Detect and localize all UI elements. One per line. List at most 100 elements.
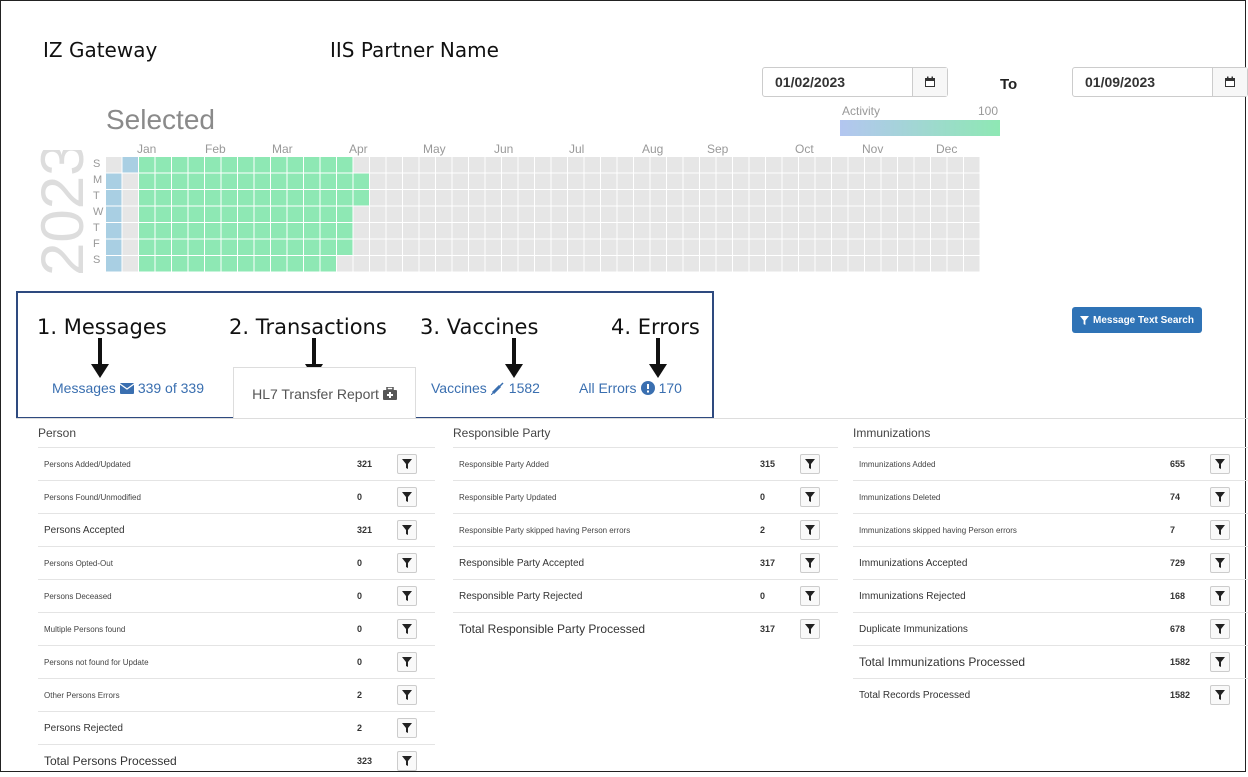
heatmap-day-cell[interactable] — [452, 173, 469, 190]
heatmap-day-cell[interactable] — [865, 223, 881, 239]
heatmap-day-cell[interactable] — [733, 206, 749, 223]
heatmap-day-cell[interactable] — [634, 190, 650, 206]
heatmap-day-cell[interactable] — [271, 190, 287, 206]
heatmap-day-cell[interactable] — [749, 173, 766, 190]
heatmap-day-cell[interactable] — [518, 256, 535, 272]
heatmap-day-cell[interactable] — [485, 206, 502, 223]
heatmap-day-cell[interactable] — [766, 157, 782, 173]
heatmap-day-cell[interactable] — [238, 173, 254, 190]
heatmap-day-cell[interactable] — [700, 223, 716, 239]
heatmap-day-cell[interactable] — [667, 256, 683, 272]
heatmap-day-cell[interactable] — [320, 206, 337, 223]
heatmap-day-cell[interactable] — [832, 190, 848, 206]
calendar-icon[interactable] — [1212, 68, 1247, 96]
heatmap-day-cell[interactable] — [221, 239, 238, 256]
heatmap-day-cell[interactable] — [353, 223, 370, 239]
heatmap-day-cell[interactable] — [733, 157, 749, 173]
heatmap-day-cell[interactable] — [452, 206, 469, 223]
heatmap-day-cell[interactable] — [287, 190, 304, 206]
heatmap-day-cell[interactable] — [353, 190, 370, 206]
heatmap-day-cell[interactable] — [931, 223, 947, 239]
heatmap-day-cell[interactable] — [320, 256, 337, 272]
heatmap-day-cell[interactable] — [584, 206, 601, 223]
heatmap-day-cell[interactable] — [634, 206, 650, 223]
heatmap-day-cell[interactable] — [749, 157, 766, 173]
filter-button[interactable] — [1210, 619, 1230, 639]
heatmap-day-cell[interactable] — [716, 206, 733, 223]
heatmap-day-cell[interactable] — [914, 223, 931, 239]
heatmap-day-cell[interactable] — [617, 157, 634, 173]
heatmap-day-cell[interactable] — [304, 256, 320, 272]
filter-button[interactable] — [1210, 553, 1230, 573]
heatmap-day-cell[interactable] — [485, 190, 502, 206]
heatmap-day-cell[interactable] — [469, 206, 485, 223]
heatmap-day-cell[interactable] — [782, 223, 799, 239]
heatmap-day-cell[interactable] — [188, 173, 205, 190]
heatmap-day-cell[interactable] — [782, 190, 799, 206]
heatmap-day-cell[interactable] — [139, 173, 155, 190]
heatmap-day-cell[interactable] — [634, 157, 650, 173]
heatmap-day-cell[interactable] — [733, 223, 749, 239]
heatmap-day-cell[interactable] — [799, 173, 815, 190]
heatmap-day-cell[interactable] — [848, 190, 865, 206]
heatmap-day-cell[interactable] — [122, 223, 139, 239]
heatmap-day-cell[interactable] — [766, 223, 782, 239]
filter-button[interactable] — [1210, 454, 1230, 474]
heatmap-day-cell[interactable] — [172, 206, 188, 223]
heatmap-day-cell[interactable] — [733, 173, 749, 190]
heatmap-day-cell[interactable] — [271, 157, 287, 173]
heatmap-day-cell[interactable] — [139, 223, 155, 239]
heatmap-day-cell[interactable] — [172, 239, 188, 256]
heatmap-day-cell[interactable] — [766, 173, 782, 190]
heatmap-day-cell[interactable] — [370, 223, 386, 239]
heatmap-day-cell[interactable] — [551, 157, 568, 173]
heatmap-day-cell[interactable] — [617, 223, 634, 239]
heatmap-day-cell[interactable] — [964, 157, 980, 173]
heatmap-day-cell[interactable] — [403, 206, 419, 223]
filter-button[interactable] — [1210, 487, 1230, 507]
heatmap-day-cell[interactable] — [766, 206, 782, 223]
filter-button[interactable] — [397, 619, 417, 639]
heatmap-day-cell[interactable] — [502, 256, 518, 272]
tab-hl7-transfer-report[interactable]: HL7 Transfer Report — [233, 367, 416, 419]
message-text-search-button[interactable]: Message Text Search — [1072, 307, 1202, 333]
heatmap-day-cell[interactable] — [436, 256, 452, 272]
heatmap-day-cell[interactable] — [502, 190, 518, 206]
tab-all-errors[interactable]: All Errors 170 — [579, 380, 682, 396]
heatmap-day-cell[interactable] — [584, 173, 601, 190]
heatmap-day-cell[interactable] — [238, 157, 254, 173]
heatmap-day-cell[interactable] — [370, 256, 386, 272]
heatmap-day-cell[interactable] — [568, 239, 584, 256]
heatmap-day-cell[interactable] — [254, 239, 271, 256]
heatmap-day-cell[interactable] — [832, 239, 848, 256]
heatmap-day-cell[interactable] — [254, 206, 271, 223]
heatmap-day-cell[interactable] — [452, 223, 469, 239]
heatmap-day-cell[interactable] — [650, 157, 667, 173]
heatmap-day-cell[interactable] — [634, 223, 650, 239]
heatmap-day-cell[interactable] — [898, 206, 914, 223]
heatmap-day-cell[interactable] — [881, 173, 898, 190]
heatmap-day-cell[interactable] — [881, 256, 898, 272]
heatmap-day-cell[interactable] — [238, 239, 254, 256]
heatmap-day-cell[interactable] — [881, 157, 898, 173]
heatmap-day-cell[interactable] — [601, 239, 617, 256]
heatmap-day-cell[interactable] — [832, 256, 848, 272]
heatmap-day-cell[interactable] — [106, 173, 122, 190]
heatmap-day-cell[interactable] — [469, 239, 485, 256]
heatmap-day-cell[interactable] — [931, 239, 947, 256]
heatmap-day-cell[interactable] — [617, 173, 634, 190]
heatmap-day-cell[interactable] — [749, 190, 766, 206]
heatmap-day-cell[interactable] — [436, 173, 452, 190]
heatmap-day-cell[interactable] — [716, 190, 733, 206]
heatmap-day-cell[interactable] — [931, 173, 947, 190]
heatmap-day-cell[interactable] — [683, 223, 700, 239]
heatmap-day-cell[interactable] — [353, 239, 370, 256]
from-date-field[interactable]: 01/02/2023 — [762, 67, 948, 97]
heatmap-day-cell[interactable] — [898, 239, 914, 256]
heatmap-day-cell[interactable] — [551, 173, 568, 190]
heatmap-day-cell[interactable] — [320, 190, 337, 206]
heatmap-day-cell[interactable] — [584, 190, 601, 206]
heatmap-day-cell[interactable] — [799, 206, 815, 223]
heatmap-day-cell[interactable] — [815, 223, 832, 239]
heatmap-day-cell[interactable] — [634, 173, 650, 190]
